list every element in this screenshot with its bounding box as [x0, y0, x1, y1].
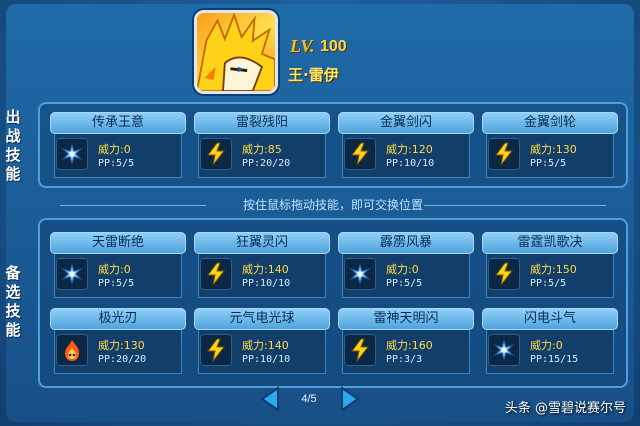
lightning-icon [344, 138, 376, 170]
blue-star-icon [56, 258, 88, 290]
hint-divider-right [424, 205, 606, 206]
skill-power: 威力:85 [242, 143, 282, 156]
battle-skill-card-3[interactable]: 金翼剑轮威力:130 PP:5/5 [482, 112, 618, 178]
reserve-skill-card-1[interactable]: 狂翼灵闪威力:140 PP:10/10 [194, 232, 330, 298]
reserve-skill-card-2[interactable]: 霹雳风暴威力:0 PP:5/5 [338, 232, 474, 298]
lightning-icon [488, 138, 520, 170]
skill-name: 天雷断绝 [50, 232, 186, 254]
skill-pp: PP:15/15 [530, 354, 579, 365]
lightning-icon [344, 334, 376, 366]
skill-power: 威力:160 [386, 339, 433, 352]
battle-skill-card-2[interactable]: 金翼剑闪威力:120 PP:10/10 [338, 112, 474, 178]
pet-name: 王·雷伊 [288, 66, 339, 84]
reserve-skill-card-3[interactable]: 雷霆凯歌决威力:150 PP:5/5 [482, 232, 618, 298]
skill-power: 威力:0 [386, 263, 419, 276]
skill-pp: PP:20/20 [242, 158, 291, 169]
skill-name: 金翼剑轮 [482, 112, 618, 134]
reserve-skill-card-4[interactable]: 极光刃威力:130 PP:20/20 [50, 308, 186, 374]
skill-pp: PP:3/3 [386, 354, 423, 365]
skill-name: 极光刃 [50, 308, 186, 330]
reserve-skill-card-0[interactable]: 天雷断绝威力:0 PP:5/5 [50, 232, 186, 298]
lightning-icon [200, 138, 232, 170]
fire-icon [56, 334, 88, 366]
blue-star-icon [488, 334, 520, 366]
skill-power: 威力:150 [530, 263, 577, 276]
skill-name: 雷神天明闪 [338, 308, 474, 330]
skill-name: 元气电光球 [194, 308, 330, 330]
skill-power: 威力:130 [530, 143, 577, 156]
skill-pp: PP:5/5 [530, 158, 567, 169]
blue-star-icon [56, 138, 88, 170]
skill-name: 狂翼灵闪 [194, 232, 330, 254]
level-value: 100 [320, 38, 347, 55]
watermark: 头条 @雪碧说赛尔号 [504, 401, 626, 416]
skill-name: 传承王意 [50, 112, 186, 134]
skill-pp: PP:5/5 [98, 278, 135, 289]
level-label: LV. [290, 36, 315, 56]
reserve-skill-card-7[interactable]: 闪电斗气威力:0 PP:15/15 [482, 308, 618, 374]
skill-power: 威力:0 [98, 143, 131, 156]
skill-power: 威力:140 [242, 263, 289, 276]
lightning-icon [488, 258, 520, 290]
skill-pp: PP:5/5 [98, 158, 135, 169]
skill-pp: PP:5/5 [530, 278, 567, 289]
skill-power: 威力:130 [98, 339, 145, 352]
lightning-icon [200, 334, 232, 366]
reserve-skill-card-6[interactable]: 雷神天明闪威力:160 PP:3/3 [338, 308, 474, 374]
battle-skills-label: 出 战 技 能 [5, 108, 21, 183]
arrow-right-icon [341, 386, 360, 412]
next-page-button[interactable] [338, 386, 362, 412]
battle-skill-card-1[interactable]: 雷裂残阳威力:85 PP:20/20 [194, 112, 330, 178]
pet-portrait [194, 10, 278, 94]
prev-page-button[interactable] [258, 386, 282, 412]
skill-name: 雷裂残阳 [194, 112, 330, 134]
skill-pp: PP:20/20 [98, 354, 147, 365]
skill-name: 霹雳风暴 [338, 232, 474, 254]
reserve-skill-card-5[interactable]: 元气电光球威力:140 PP:10/10 [194, 308, 330, 374]
page-indicator: 4/5 [301, 393, 317, 405]
skill-power: 威力:0 [98, 263, 131, 276]
skill-power: 威力:120 [386, 143, 433, 156]
skill-name: 闪电斗气 [482, 308, 618, 330]
blue-star-icon [344, 258, 376, 290]
skill-name: 雷霆凯歌决 [482, 232, 618, 254]
skill-pp: PP:10/10 [386, 158, 435, 169]
skill-pp: PP:5/5 [386, 278, 423, 289]
reserve-skills-label: 备 选 技 能 [5, 264, 21, 339]
skill-pp: PP:10/10 [242, 278, 291, 289]
battle-skill-card-0[interactable]: 传承王意威力:0 PP:5/5 [50, 112, 186, 178]
arrow-left-icon [260, 386, 279, 412]
skill-pp: PP:10/10 [242, 354, 291, 365]
lightning-icon [200, 258, 232, 290]
skill-name: 金翼剑闪 [338, 112, 474, 134]
skill-power: 威力:0 [530, 339, 563, 352]
skill-power: 威力:140 [242, 339, 289, 352]
